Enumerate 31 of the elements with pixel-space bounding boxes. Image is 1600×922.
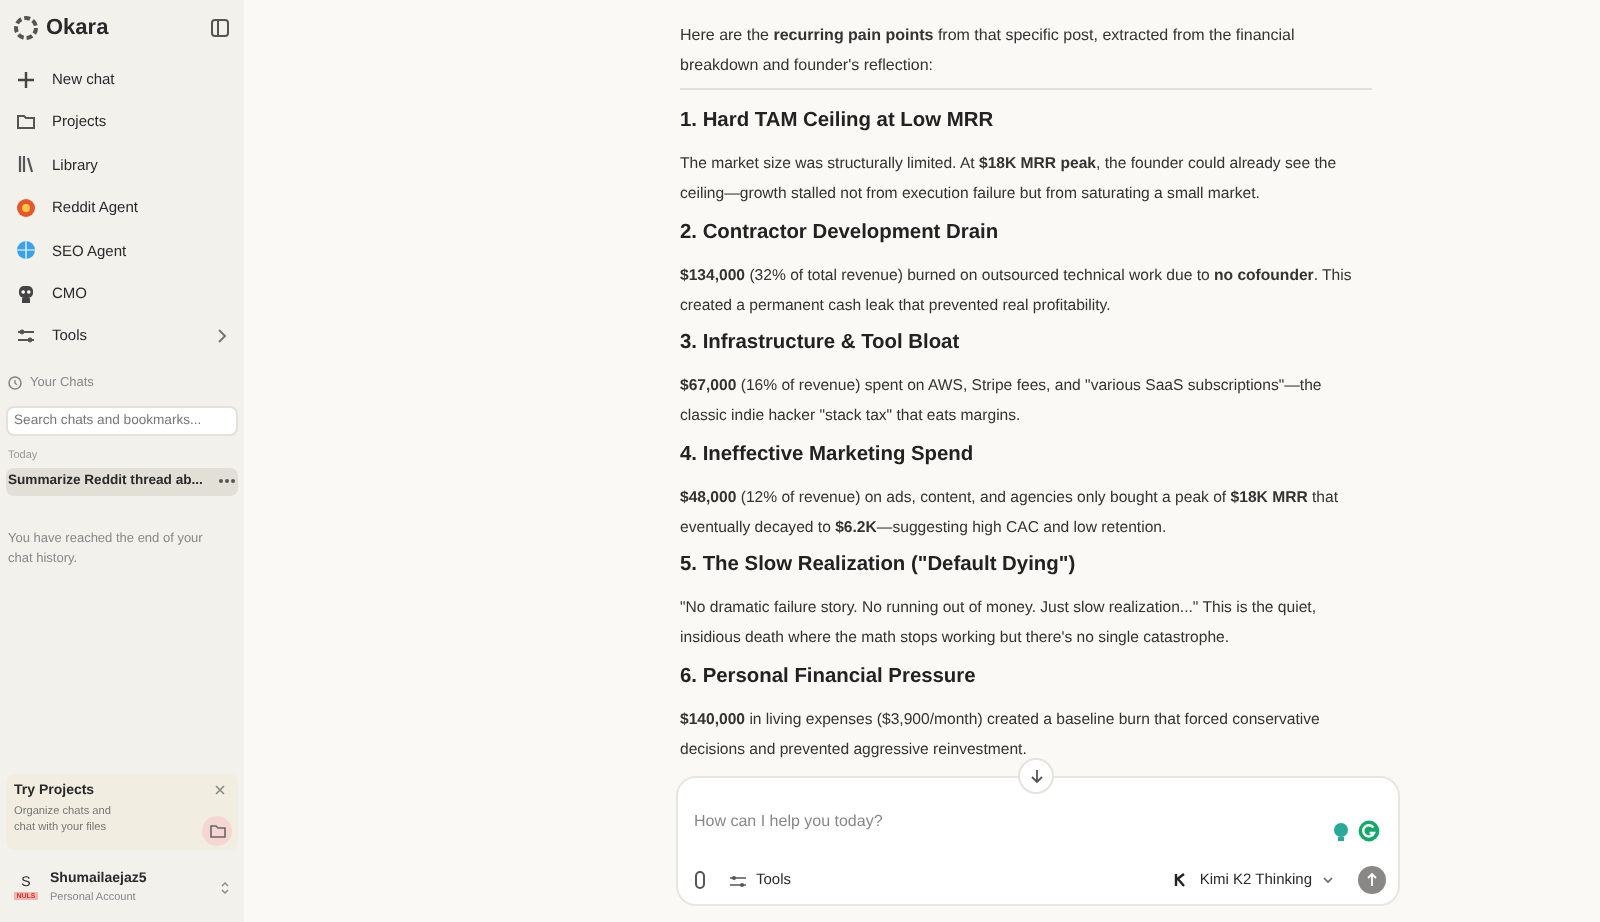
close-icon[interactable] (214, 784, 226, 796)
arrow-up-icon (1366, 872, 1378, 888)
section-heading: 4. Ineffective Marketing Spend (680, 441, 976, 467)
grammar-icon (1358, 820, 1380, 842)
sliders-icon (16, 326, 36, 347)
folder-icon (16, 112, 36, 133)
section-heading: 1. Hard TAM Ceiling at Low MRR (680, 108, 996, 134)
message-paragraph: Here are the recurring pain points from that specific post, extracted from the financial breakdown and founder's reflection: (680, 24, 1297, 78)
send-button[interactable] (1358, 866, 1386, 894)
section-heading: 6. Personal Financial Pressure (680, 663, 978, 689)
folder-button[interactable] (202, 816, 232, 846)
sidebar-toggle-icon (210, 18, 230, 38)
section-heading: 5. The Slow Realization ("Default Dying") (680, 552, 1078, 578)
clock-icon (8, 376, 22, 391)
logo-icon (14, 16, 38, 40)
arrow-down-icon (1029, 768, 1043, 784)
brand-name: Okara (46, 13, 109, 44)
scroll-down-button[interactable] (1018, 758, 1054, 794)
expand-icon (220, 880, 230, 896)
sliders-icon (730, 873, 746, 887)
globe-icon (16, 240, 36, 261)
library-icon (16, 154, 36, 175)
model-logo-icon (1173, 872, 1190, 888)
more-icon (218, 478, 236, 485)
lightbulb-icon (1332, 822, 1350, 842)
section-heading: 3. Infrastructure & Tool Bloat (680, 330, 962, 356)
section-heading: 2. Contractor Development Drain (680, 219, 1001, 245)
folder-icon (209, 824, 225, 838)
plus-icon (16, 69, 36, 90)
caret-icon (1322, 876, 1334, 884)
message-input[interactable]: How can I help you today? (694, 810, 1382, 834)
